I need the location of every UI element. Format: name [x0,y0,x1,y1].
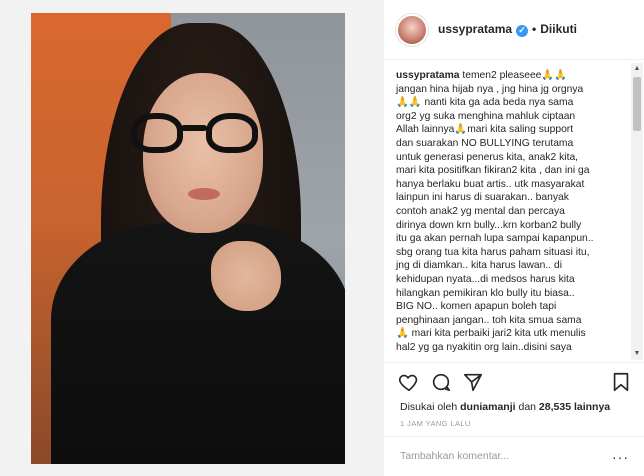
heart-icon[interactable] [398,371,420,393]
post-header: ussypratama ✓ • Diikuti [384,0,644,60]
likes-count-link[interactable]: 28,535 lainnya [539,401,610,413]
verified-badge-icon: ✓ [516,24,529,37]
header-user: ussypratama ✓ • Diikuti [438,22,577,37]
post-photo[interactable] [31,13,345,464]
scroll-thumb[interactable] [633,77,641,131]
post-side-panel: ussypratama ✓ • Diikuti ussypratama temen2 … [383,0,644,476]
photo-glasses-bridge [181,125,207,131]
caption: ussypratama temen2 pleaseee🙏🙏 jangan hin… [396,69,630,354]
action-bar [384,362,644,402]
share-icon[interactable] [462,371,484,393]
avatar[interactable] [396,13,428,46]
comment-input[interactable] [400,447,600,465]
scroll-up-arrow-icon[interactable]: ▲ [631,63,643,75]
likes-summary: Disukai oleh duniamanji dan 28,535 lainn… [400,401,610,413]
likes-prefix: Disukai oleh [400,401,461,413]
caption-scrollbar[interactable]: ▲ ▼ [631,63,643,360]
more-options-icon[interactable]: ··· [612,449,629,465]
username-link[interactable]: ussypratama [438,22,512,36]
comment-icon[interactable] [430,371,452,393]
photo-glasses-right [206,113,258,153]
caption-username-link[interactable]: ussypratama [396,70,460,81]
post-timestamp[interactable]: 1 JAM YANG LALU [400,419,471,428]
liker-username-link[interactable]: duniamanji [460,401,515,413]
photo-glasses-left [131,113,183,153]
separator-dot: • [532,22,537,37]
photo-sweater [51,223,345,464]
likes-middle: dan [515,401,539,413]
photo-hand [211,241,281,311]
caption-container[interactable]: ussypratama temen2 pleaseee🙏🙏 jangan hin… [384,61,644,361]
scroll-down-arrow-icon[interactable]: ▼ [631,348,643,360]
follow-status-button[interactable]: Diikuti [540,22,577,36]
photo-face [143,73,263,233]
bookmark-icon[interactable] [610,371,632,393]
caption-text: temen2 pleaseee🙏🙏 jangan hina hijab nya … [396,70,594,353]
photo-lips [188,188,220,200]
comment-bar: ··· [384,436,644,476]
